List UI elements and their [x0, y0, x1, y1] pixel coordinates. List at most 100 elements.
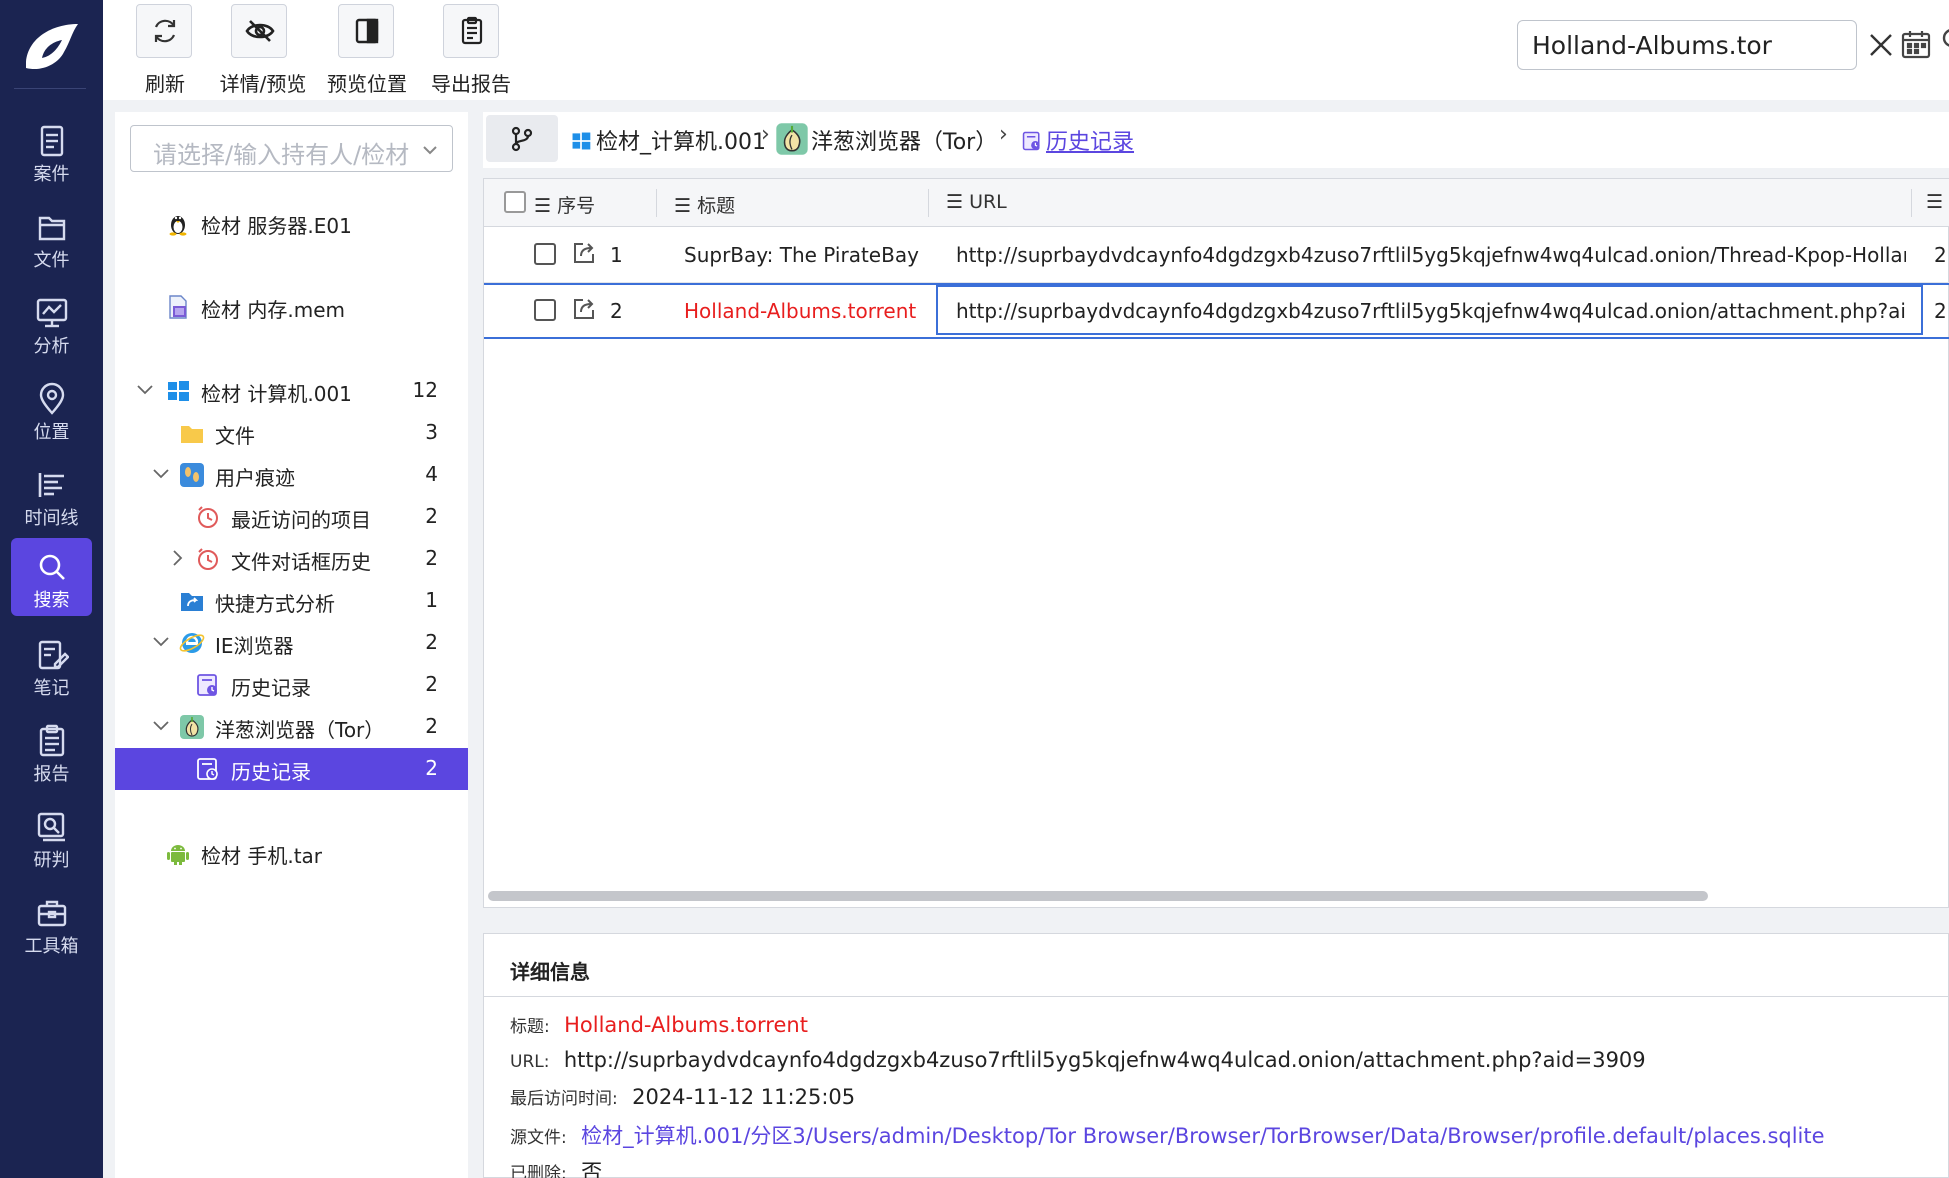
nav-item-case[interactable]: 案件 — [11, 112, 92, 190]
timeline-icon — [38, 473, 64, 497]
clear-search-icon[interactable] — [1866, 30, 1896, 60]
nav-item-note[interactable]: 笔记 — [11, 626, 92, 704]
column-menu-icon[interactable]: ☰ — [1926, 191, 1943, 213]
refresh-button[interactable]: 刷新 — [105, 0, 192, 100]
detail-deleted-value: 否 — [581, 1160, 603, 1178]
tree-item-label: 检材 计算机.001 — [201, 382, 352, 406]
tree-item-ie-history[interactable]: 历史记录 2 — [115, 664, 468, 706]
column-header-url[interactable]: ☰ URL — [946, 191, 1007, 213]
select-all-checkbox[interactable] — [504, 191, 526, 213]
owner-select[interactable]: 请选择/输入持有人/检材 — [130, 125, 453, 172]
horizontal-scrollbar[interactable] — [488, 891, 1708, 901]
nav-item-judge[interactable]: 研判 — [11, 798, 92, 876]
tree-item-tor-browser[interactable]: 洋葱浏览器（Tor） 2 — [115, 706, 468, 748]
nav-item-analysis[interactable]: 分析 — [11, 284, 92, 362]
detail-url-label: URL: — [510, 1052, 550, 1072]
column-divider[interactable] — [656, 189, 657, 217]
tree-item-server-evidence[interactable]: 检材 服务器.E01 — [115, 202, 468, 244]
branch-button[interactable] — [486, 115, 558, 162]
export-report-button[interactable]: 导出报告 — [421, 0, 521, 100]
case-icon — [40, 125, 63, 157]
detail-title-label: 标题: — [510, 1017, 550, 1037]
preview-position-button[interactable]: 预览位置 — [317, 0, 417, 100]
details-divider — [484, 996, 1949, 997]
details-preview-button[interactable]: 详情/预览 — [211, 0, 315, 100]
row-extra: 2 — [1934, 299, 1947, 323]
judge-icon — [37, 812, 65, 842]
detail-last-visit-row: 最后访问时间: 2024-11-12 11:25:05 — [510, 1084, 855, 1109]
nav-item-search[interactable]: 搜索 — [11, 538, 92, 616]
breadcrumb-item-computer[interactable]: 检材_计算机.001 — [596, 124, 766, 156]
analysis-icon — [36, 298, 67, 328]
file-icon — [38, 216, 65, 241]
open-external-icon[interactable] — [570, 295, 598, 323]
tree-item-ie-browser[interactable]: IE浏览器 2 — [115, 622, 468, 664]
column-divider[interactable] — [1911, 189, 1912, 217]
tor-icon — [776, 123, 808, 155]
chevron-down-icon[interactable] — [135, 380, 155, 400]
eye-off-icon — [245, 20, 275, 42]
tree-item-count: 2 — [425, 714, 438, 738]
toolbox-icon — [37, 900, 66, 927]
chevron-down-icon[interactable] — [151, 464, 171, 484]
breadcrumb-item-tor[interactable]: 洋葱浏览器（Tor） — [811, 124, 997, 156]
branch-icon — [511, 126, 533, 152]
logo-divider — [14, 88, 86, 89]
row-checkbox[interactable] — [534, 299, 556, 321]
nav-label: 文件 — [33, 250, 70, 271]
tree-item-computer-evidence[interactable]: 检材 计算机.001 12 — [115, 370, 468, 412]
results-table: ☰ 序号 ☰ 标题 ☰ URL ☰ 1 SuprBay: The PirateB… — [483, 178, 1949, 908]
calendar-icon[interactable] — [1900, 29, 1932, 59]
search-input[interactable] — [1532, 29, 1772, 61]
tree-item-shortcut-analysis[interactable]: 快捷方式分析 1 — [115, 580, 468, 622]
breadcrumb-separator: › — [999, 122, 1008, 147]
breadcrumb-item-history[interactable]: 历史记录 — [1046, 124, 1134, 156]
detail-source-row: 源文件: 检材_计算机.001/分区3/Users/admin/Desktop/… — [510, 1120, 1825, 1150]
nav-item-report[interactable]: 报告 — [11, 712, 92, 790]
tree-item-count: 2 — [425, 630, 438, 654]
row-title: SuprBay: The PirateBay ... — [684, 243, 924, 267]
recent-icon — [198, 548, 218, 570]
breadcrumb-separator: › — [761, 122, 770, 147]
chevron-down-icon[interactable] — [151, 716, 171, 736]
linux-icon — [169, 216, 187, 236]
tree-item-count: 2 — [425, 504, 438, 528]
tree-item-user-trace[interactable]: 用户痕迹 4 — [115, 454, 468, 496]
chevron-down-icon[interactable] — [151, 632, 171, 652]
note-icon — [38, 640, 69, 670]
nav-label: 时间线 — [24, 508, 79, 529]
column-header-title[interactable]: ☰ 标题 — [674, 191, 735, 218]
tree-item-label: 快捷方式分析 — [215, 592, 335, 616]
tree-item-file-dialog-history[interactable]: 文件对话框历史 2 — [115, 538, 468, 580]
owner-select-placeholder: 请选择/输入持有人/检材 — [153, 141, 410, 169]
chevron-down-icon — [423, 146, 437, 155]
tree-item-phone-evidence[interactable]: 检材 手机.tar — [115, 832, 468, 874]
tree-item-recent-items[interactable]: 最近访问的项目 2 — [115, 496, 468, 538]
detail-source-link[interactable]: 检材_计算机.001/分区3/Users/admin/Desktop/Tor B… — [581, 1124, 1824, 1148]
nav-label: 研判 — [33, 850, 70, 871]
refresh-icon — [154, 19, 176, 43]
tree-item-label: 检材 手机.tar — [201, 844, 323, 868]
tree-item-label: 文件 — [215, 424, 255, 448]
row-checkbox[interactable] — [534, 243, 556, 265]
nav-label: 报告 — [33, 764, 70, 785]
table-row-selected[interactable]: 2 Holland-Albums.torrent http://suprbayd… — [484, 283, 1949, 339]
tree-item-files[interactable]: 文件 3 — [115, 412, 468, 454]
nav-item-location[interactable]: 位置 — [11, 370, 92, 448]
nav-label: 搜索 — [33, 590, 70, 611]
open-external-icon[interactable] — [570, 239, 598, 267]
search-go-icon[interactable] — [1938, 26, 1949, 56]
column-header-index[interactable]: ☰ 序号 — [534, 191, 595, 218]
column-divider[interactable] — [928, 189, 929, 217]
preview-position-label: 预览位置 — [327, 72, 407, 96]
tree-item-memory-evidence[interactable]: 检材 内存.mem — [115, 286, 468, 328]
chevron-right-icon[interactable] — [167, 548, 187, 568]
tree-item-tor-history[interactable]: 历史记录 2 — [115, 748, 468, 790]
nav-item-timeline[interactable]: 时间线 — [11, 456, 92, 534]
location-icon — [39, 382, 64, 415]
table-row[interactable]: 1 SuprBay: The PirateBay ... http://supr… — [484, 227, 1949, 283]
row-extra: 2 — [1934, 243, 1947, 267]
nav-item-toolbox[interactable]: 工具箱 — [11, 884, 92, 962]
nav-item-file[interactable]: 文件 — [11, 198, 92, 276]
shortcut-icon — [181, 593, 203, 611]
